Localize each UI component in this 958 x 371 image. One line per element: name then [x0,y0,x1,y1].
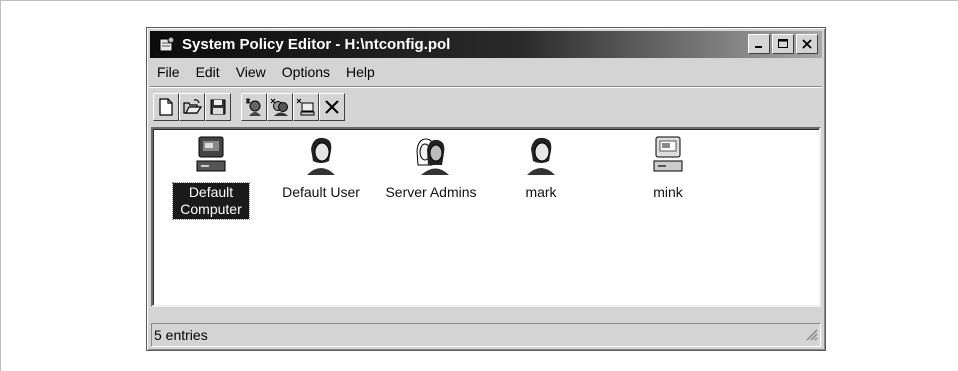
minimize-button[interactable] [748,34,770,54]
close-button[interactable] [796,34,818,54]
menu-view[interactable]: View [228,64,274,80]
toolbar [153,92,345,122]
entry-default-user[interactable]: Default User [271,135,371,202]
user-icon [521,135,561,175]
title-bar[interactable]: System Policy Editor - H:\ntconfig.pol [150,31,822,58]
open-folder-icon [183,99,202,114]
new-button[interactable] [153,93,179,121]
remove-x-icon [325,100,339,114]
entry-server-admins[interactable]: Server Admins [381,135,481,202]
add-computer-icon [296,98,315,116]
add-user-button[interactable] [241,93,267,121]
menu-help[interactable]: Help [338,64,383,80]
add-group-button[interactable] [267,93,293,121]
save-button[interactable] [205,93,231,121]
window-title: System Policy Editor - H:\ntconfig.pol [182,36,451,53]
remove-button[interactable] [319,93,345,121]
maximize-button[interactable] [772,34,794,54]
user-icon [301,135,341,175]
close-icon [802,39,812,49]
entry-default-computer[interactable]: Default Computer [161,135,261,220]
computer-icon [191,135,231,175]
menu-options[interactable]: Options [274,64,338,80]
computer-icon [648,135,688,175]
entry-label: Default Computer [172,182,250,220]
status-text: 5 entries [154,327,208,343]
policy-editor-icon [156,34,178,56]
menu-edit[interactable]: Edit [188,64,228,80]
policy-editor-window: System Policy Editor - H:\ntconfig.pol F… [146,27,826,351]
entry-label: mink [653,184,683,200]
save-disk-icon [210,99,226,115]
minimize-icon [755,46,762,48]
maximize-icon [778,39,788,48]
toolbar-separator [150,86,822,88]
status-bar: 5 entries [151,323,821,347]
resize-grip-icon[interactable] [804,327,818,344]
entry-label: Server Admins [385,184,477,200]
group-icon [411,135,451,175]
entry-mink[interactable]: mink [618,135,718,202]
add-group-icon [270,98,288,116]
new-document-icon [159,98,173,116]
entry-label: Default User [282,184,360,200]
menu-file[interactable]: File [150,64,188,80]
policy-entries-list: Default Computer Default User Server Adm… [151,127,821,307]
add-computer-button[interactable] [293,93,319,121]
entry-mark[interactable]: mark [491,135,591,202]
open-button[interactable] [179,93,205,121]
entry-label: mark [525,184,557,200]
add-user-icon [245,98,261,116]
menu-bar: File Edit View Options Help [150,60,822,84]
